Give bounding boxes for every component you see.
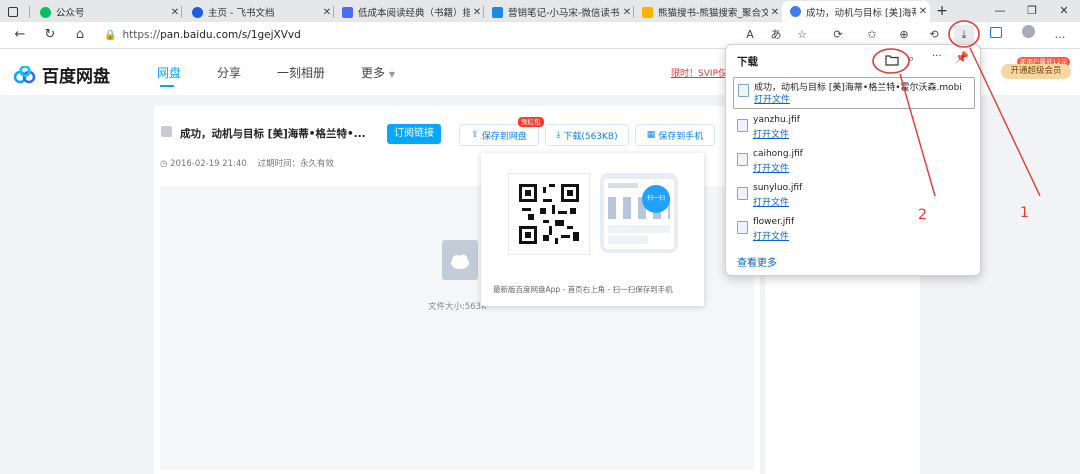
- annotation-overlay: [872, 20, 1041, 197]
- annotation-label-1: 1: [1020, 205, 1029, 221]
- annotation-label-2: 2: [918, 207, 927, 223]
- annotation-circle-download: [948, 20, 980, 48]
- annotation-line-2: [899, 73, 936, 197]
- annotation-line-1: [969, 47, 1041, 197]
- annotation-circle-folder: [872, 48, 910, 74]
